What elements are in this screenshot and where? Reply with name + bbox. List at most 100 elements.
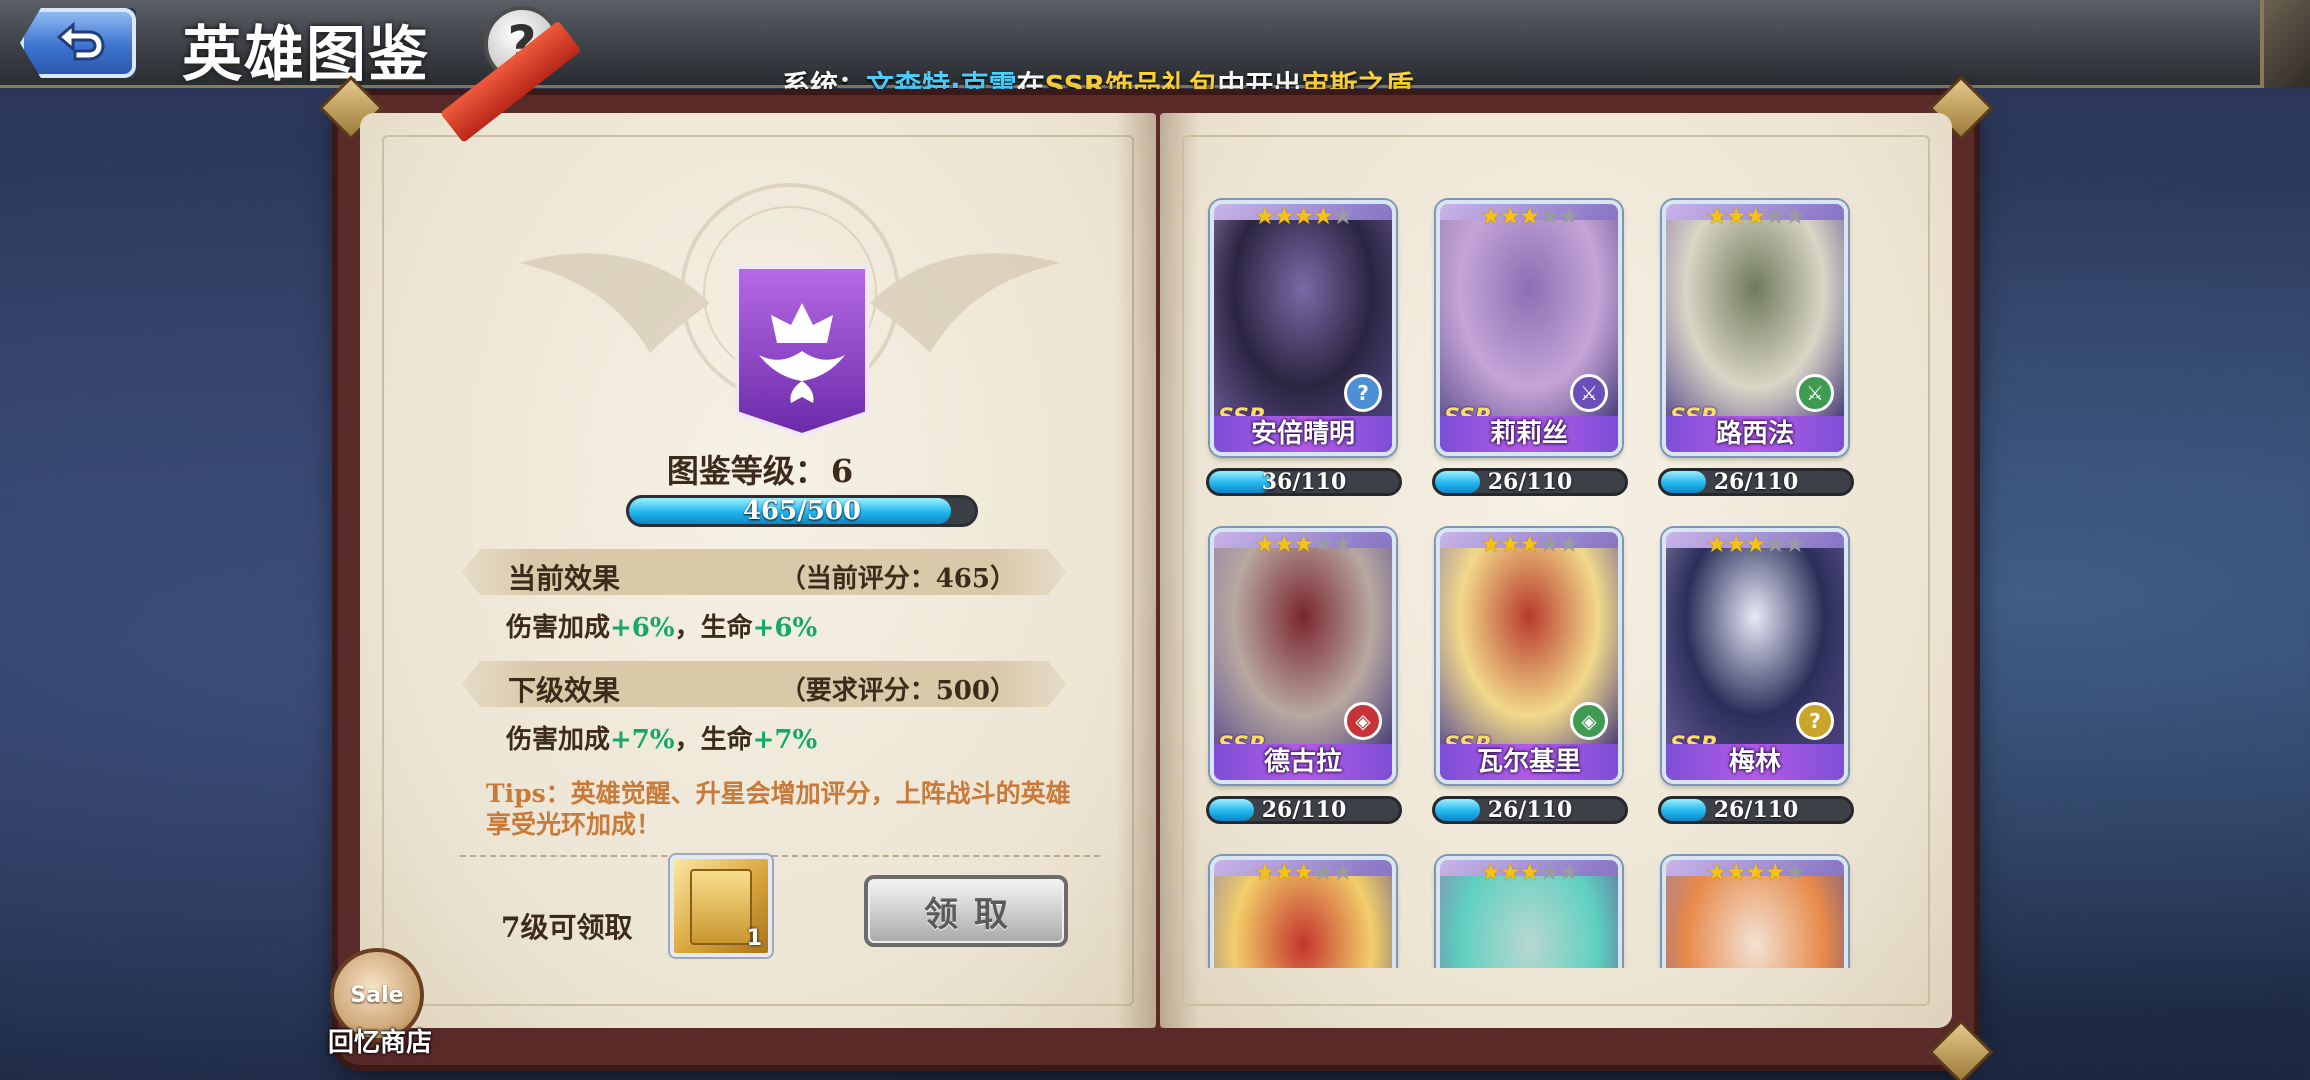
star-filled-icon: ★ [1293,530,1314,558]
reward-unlock-label: 7级可领取 [501,911,633,944]
back-arrow-icon [49,19,107,67]
star-filled-icon: ★ [1273,202,1295,230]
star-filled-icon: ★ [1706,202,1727,230]
effect-value: +6% [752,613,818,643]
effect-label: 伤害加成 [506,725,611,755]
star-empty-icon: ★ [1784,858,1805,886]
next-effect-title: 下级效果 [508,674,621,707]
hero-progress-bar: 26/110 [1206,796,1402,824]
level-value: 6 [830,452,854,490]
effect-value: +7% [610,725,675,755]
hero-card[interactable]: ★★★★★SSR?梅林 [1662,528,1848,784]
star-filled-icon: ★ [1499,858,1521,886]
hero-name: 瓦尔基里 [1440,744,1618,780]
hero-portrait [1440,876,1618,968]
collection-level: 图鉴等级： 6 [660,446,860,492]
back-button[interactable] [20,8,136,78]
star-filled-icon: ★ [1254,530,1275,558]
reward-item-count: 1 [746,926,762,951]
star-rating: ★★★★★ [1706,858,1806,886]
star-filled-icon: ★ [1480,202,1501,230]
effect-value: +6% [610,613,675,643]
star-filled-icon: ★ [1519,530,1540,558]
crown-wings-banner-icon [735,265,869,438]
hero-name: 路西法 [1666,416,1844,452]
star-rating: ★★★★★ [1706,530,1806,558]
lion-card-icon [690,869,752,945]
star-filled-icon: ★ [1499,202,1521,230]
top-bar: 英雄图鉴 ? 系统：文森特·克雷在SSR饰品礼包中开出宙斯之盾 [0,0,2310,102]
level-progress-text: 465/500 [742,496,862,526]
memory-shop-label: 回忆商店 [327,1028,432,1058]
star-empty-icon: ★ [1538,530,1560,558]
collection-info-page: 图鉴等级： 6 465/500 当前效果 （当前评分：465） 伤害加成+6%，生… [360,20,1156,1028]
star-empty-icon: ★ [1784,202,1805,230]
hero-card[interactable]: ★★★★★ [1210,856,1396,968]
shield-class-icon: ◈ [1344,702,1382,740]
star-filled-icon: ★ [1273,858,1295,886]
hero-card[interactable]: ★★★★★SSR◈瓦尔基里 [1436,528,1622,784]
star-empty-icon: ★ [1558,202,1579,230]
star-rating: ★★★★★ [1480,858,1580,886]
star-filled-icon: ★ [1725,858,1747,886]
hero-portrait [1666,876,1844,968]
hero-progress-text: 26/110 [1261,797,1347,823]
effect-label: ，生命 [674,725,753,755]
star-empty-icon: ★ [1538,202,1560,230]
hero-card[interactable]: ★★★★★SSR⚔路西法 [1662,200,1848,456]
dashed-divider [460,855,1100,857]
star-rating: ★★★★★ [1254,202,1354,230]
star-filled-icon: ★ [1745,202,1766,230]
book-corner-ornament [1928,1019,1994,1080]
hero-grid-overflow: ★★★★★ ★★★★★ ★★★★★ [1196,840,1916,968]
star-empty-icon: ★ [1332,858,1353,886]
question-class-icon: ? [1796,702,1834,740]
next-effect-header: 下级效果 （要求评分：500） [462,661,1066,707]
hero-progress-bar: 26/110 [1432,468,1628,496]
hero-progress-text: 26/110 [1487,469,1573,495]
star-filled-icon: ★ [1519,202,1540,230]
question-class-icon: ? [1344,374,1382,412]
star-empty-icon: ★ [1332,202,1353,230]
star-filled-icon: ★ [1745,530,1766,558]
star-rating: ★★★★★ [1254,530,1354,558]
swords-class-icon: ⚔ [1570,374,1608,412]
star-filled-icon: ★ [1480,858,1501,886]
hero-progress-text: 26/110 [1713,469,1799,495]
hero-card[interactable]: ★★★★★SSR⚔莉莉丝 [1436,200,1622,456]
current-score: （当前评分：465） [779,564,1016,594]
claim-button[interactable]: 领取 [864,875,1068,947]
required-score: （要求评分：500） [779,676,1016,706]
star-empty-icon: ★ [1558,858,1579,886]
next-effect-text: 伤害加成+7%，生命+7% [506,719,817,756]
hero-progress-text: 26/110 [1487,797,1573,823]
reward-item-card[interactable]: 1 [670,855,772,957]
current-effect-text: 伤害加成+6%，生命+6% [506,607,817,644]
hero-card[interactable]: ★★★★★ [1436,856,1622,968]
star-empty-icon: ★ [1312,530,1334,558]
hero-progress-text: 36/110 [1261,469,1347,495]
hero-name: 安倍晴明 [1214,416,1392,452]
current-effect-title: 当前效果 [508,562,621,595]
star-rating: ★★★★★ [1254,858,1354,886]
star-filled-icon: ★ [1254,202,1275,230]
star-empty-icon: ★ [1764,202,1786,230]
swords-class-icon: ⚔ [1796,374,1834,412]
star-filled-icon: ★ [1312,202,1334,230]
hero-name: 德古拉 [1214,744,1392,780]
star-rating: ★★★★★ [1706,202,1806,230]
hero-name: 莉莉丝 [1440,416,1618,452]
star-rating: ★★★★★ [1480,202,1580,230]
hero-progress-bar: 26/110 [1658,468,1854,496]
hero-card[interactable]: ★★★★★ [1662,856,1848,968]
star-rating: ★★★★★ [1480,530,1580,558]
current-effect-header: 当前效果 （当前评分：465） [462,549,1066,595]
star-empty-icon: ★ [1332,530,1353,558]
shield-class-icon: ◈ [1570,702,1608,740]
star-filled-icon: ★ [1293,202,1314,230]
memory-shop-button[interactable]: Sale 回忆商店 [322,948,432,1058]
hero-progress-text: 26/110 [1713,797,1799,823]
star-filled-icon: ★ [1519,858,1540,886]
hero-card[interactable]: ★★★★★SSR◈德古拉 [1210,528,1396,784]
hero-card[interactable]: ★★★★★SSR?安倍晴明 [1210,200,1396,456]
